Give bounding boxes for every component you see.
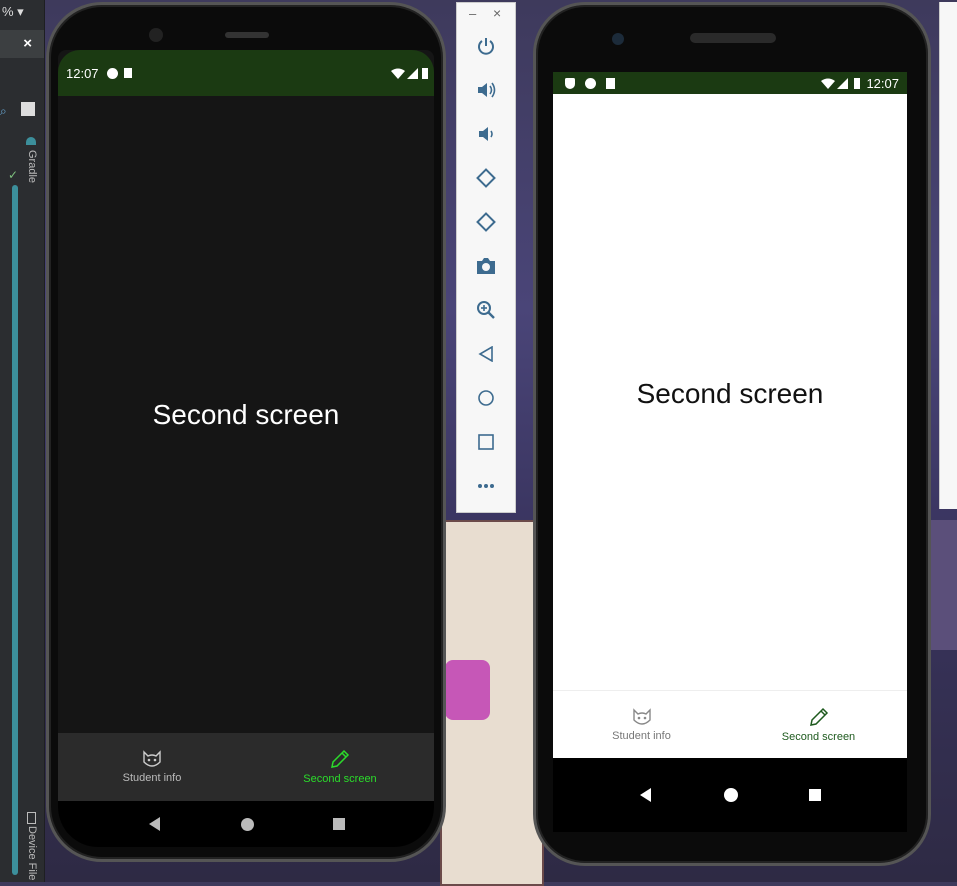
ide-sidebar: % ▾ × ⌕ Gradle ✓ Device File	[0, 0, 45, 882]
screen-title: Second screen	[152, 399, 340, 430]
volume-down-button[interactable]	[474, 122, 498, 146]
signal-icon	[407, 67, 418, 79]
camera-icon	[477, 258, 495, 274]
record-icon	[585, 77, 596, 89]
wifi-icon	[821, 78, 836, 89]
search-icon[interactable]: ⌕	[0, 104, 7, 119]
system-navigation-bar	[553, 758, 907, 832]
shield-icon	[565, 77, 575, 89]
pencil-icon	[809, 707, 828, 726]
gradle-icon[interactable]	[26, 137, 36, 145]
pencil-icon	[331, 749, 350, 768]
right-phone-frame: 12:07 Second screen Student info Second …	[533, 2, 931, 866]
ide-close-bar: ×	[0, 30, 44, 58]
power-button[interactable]	[474, 34, 498, 58]
zoom-icon	[477, 301, 495, 319]
home-icon[interactable]	[723, 788, 738, 802]
tab-label: Second screen	[303, 773, 377, 785]
close-icon[interactable]: ×	[23, 35, 32, 52]
overview-icon[interactable]	[809, 789, 822, 801]
device-icon[interactable]	[27, 812, 36, 824]
front-camera	[612, 33, 624, 45]
screenshot-button[interactable]	[474, 254, 498, 278]
more-icon	[478, 484, 494, 488]
system-navigation-bar	[58, 801, 434, 847]
cat-face-icon	[632, 708, 651, 725]
battery-icon	[854, 77, 861, 89]
close-button[interactable]: ×	[493, 5, 501, 21]
background-artwork-robot	[445, 660, 490, 720]
cat-face-icon	[143, 750, 161, 767]
speaker-grille	[225, 32, 269, 38]
tab-label: Second screen	[781, 731, 856, 743]
user-icon[interactable]	[21, 102, 35, 116]
more-button[interactable]	[474, 474, 498, 498]
rotate-left-button[interactable]	[474, 166, 498, 190]
rotate-left-icon	[476, 168, 496, 188]
rotate-right-icon	[476, 212, 496, 232]
zoom-button[interactable]	[474, 298, 498, 322]
left-phone-frame: 12:07 Second screen Student info Second …	[46, 2, 446, 862]
volume-up-icon	[478, 82, 496, 98]
check-icon: ✓	[8, 168, 19, 182]
screen-title: Second screen	[636, 378, 824, 409]
zoom-dropdown[interactable]: % ▾	[0, 4, 44, 22]
left-phone-screen: 12:07 Second screen Student info Second …	[58, 50, 434, 847]
volume-down-icon	[479, 127, 493, 141]
bottom-navigation: Student info Second screen	[58, 733, 434, 801]
signal-icon	[837, 77, 849, 89]
overview-icon	[478, 434, 494, 450]
back-icon[interactable]	[148, 817, 162, 831]
back-icon[interactable]	[639, 788, 653, 802]
bottom-navigation: Student info Second screen	[553, 690, 907, 759]
overview-icon[interactable]	[332, 818, 345, 830]
device-file-label[interactable]: Device File	[26, 826, 38, 880]
overview-button[interactable]	[474, 430, 498, 454]
sd-card-icon	[606, 77, 615, 89]
right-phone-screen: 12:07 Second screen Student info Second …	[553, 72, 907, 832]
status-bar: 12:07	[553, 72, 907, 94]
gradle-label[interactable]: Gradle	[26, 150, 38, 183]
status-time: 12:07	[866, 75, 899, 91]
back-button[interactable]	[474, 342, 498, 366]
speaker-grille	[690, 33, 776, 43]
emulator-toolbar: – ×	[456, 2, 516, 513]
scroll-rail[interactable]	[12, 185, 18, 875]
back-icon	[478, 346, 493, 362]
wifi-icon	[391, 68, 405, 79]
offscreen-window-edge	[939, 2, 957, 509]
home-icon	[478, 390, 494, 406]
front-camera	[149, 28, 163, 42]
home-icon[interactable]	[240, 817, 254, 831]
tab-label: Student info	[612, 730, 671, 742]
tab-label: Student info	[122, 772, 182, 784]
home-button[interactable]	[474, 386, 498, 410]
status-time: 12:07	[66, 65, 99, 81]
tab-student-info[interactable]: Student info	[58, 733, 246, 801]
tab-student-info[interactable]: Student info	[553, 691, 730, 759]
status-bar: 12:07	[58, 50, 434, 96]
sd-card-icon	[123, 68, 132, 78]
tab-second-screen[interactable]: Second screen	[730, 691, 907, 759]
notification-icon	[106, 67, 118, 79]
rotate-right-button[interactable]	[474, 210, 498, 234]
battery-icon	[422, 67, 428, 79]
volume-up-button[interactable]	[474, 78, 498, 102]
power-icon	[478, 38, 494, 55]
tab-second-screen[interactable]: Second screen	[246, 733, 434, 801]
minimize-button[interactable]: –	[469, 6, 476, 21]
